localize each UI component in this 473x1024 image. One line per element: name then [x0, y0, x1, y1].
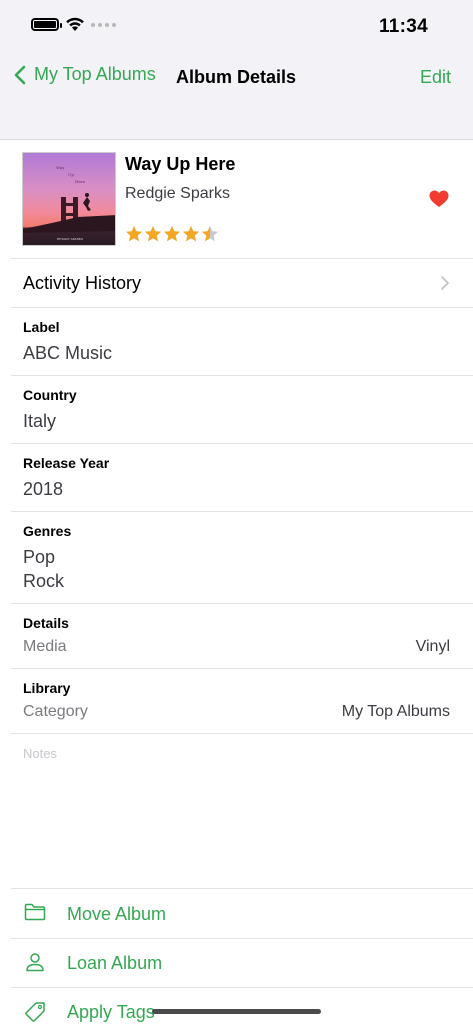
folder-icon	[24, 903, 46, 921]
genres-field-title: Genres	[23, 523, 72, 539]
move-album-label: Move Album	[67, 904, 167, 924]
star-icon[interactable]	[201, 225, 219, 243]
cover-footer-text: REDGIE SPARKS	[57, 237, 84, 241]
divider	[11, 511, 473, 512]
wifi-icon	[65, 17, 85, 32]
genre-item: Pop	[23, 547, 56, 567]
details-field-title: Details	[23, 615, 69, 631]
page-title: Album Details	[176, 67, 297, 87]
star-icon[interactable]	[182, 225, 200, 243]
navigation-bar: My Top Albums Album Details Edit	[0, 54, 473, 140]
edit-button[interactable]: Edit	[420, 67, 451, 88]
status-time: 11:34	[378, 16, 428, 37]
loan-album-label: Loan Album	[67, 953, 163, 973]
release-year-field-title: Release Year	[23, 455, 110, 471]
activity-history-label: Activity History	[23, 273, 142, 293]
move-album-button[interactable]: Move Album	[0, 890, 473, 938]
genre-item: Rock	[23, 571, 65, 591]
divider	[11, 733, 473, 734]
back-label: My Top Albums	[34, 64, 156, 84]
country-field-value: Italy	[23, 411, 57, 431]
media-value: Vinyl	[415, 638, 450, 655]
cover-text-3: Here	[75, 179, 86, 184]
divider	[11, 668, 473, 669]
category-value: My Top Albums	[341, 703, 450, 720]
activity-history-row[interactable]: Activity History	[0, 259, 473, 307]
status-bar: 11:34	[0, 0, 473, 54]
divider	[11, 307, 473, 308]
library-field-title: Library	[23, 680, 71, 696]
album-header: Way Up Here REDGIE SPARKS Way Up Here Re…	[0, 140, 473, 259]
album-cover[interactable]: Way Up Here REDGIE SPARKS	[22, 152, 116, 246]
divider	[11, 375, 473, 376]
album-title: Way Up Here	[125, 154, 236, 174]
star-icon[interactable]	[125, 225, 143, 243]
label-field-title: Label	[23, 319, 60, 335]
star-icon[interactable]	[144, 225, 162, 243]
country-field-title: Country	[23, 387, 77, 403]
back-button[interactable]: My Top Albums	[14, 64, 156, 85]
apply-tags-button[interactable]: Apply Tags	[0, 988, 473, 1024]
divider	[11, 603, 473, 604]
bridge-artwork	[23, 193, 115, 233]
battery-icon	[31, 18, 62, 31]
star-icon[interactable]	[163, 225, 181, 243]
divider	[11, 443, 473, 444]
chevron-right-icon	[441, 276, 449, 290]
release-year-field-value: 2018	[23, 479, 64, 499]
star-rating[interactable]	[125, 225, 219, 243]
cover-text-2: Up	[68, 172, 74, 177]
notes-field[interactable]: Notes	[23, 746, 57, 761]
person-icon	[26, 953, 44, 972]
cellular-signal-icon	[91, 22, 116, 27]
divider	[11, 888, 473, 889]
chevron-left-icon	[14, 65, 26, 84]
album-artist: Redgie Sparks	[125, 185, 230, 202]
label-field-value: ABC Music	[23, 343, 113, 363]
media-key: Media	[23, 638, 67, 655]
heart-icon[interactable]	[429, 190, 449, 213]
category-key: Category	[23, 703, 88, 720]
status-indicators	[31, 17, 116, 32]
loan-album-button[interactable]: Loan Album	[0, 939, 473, 987]
tag-icon	[25, 1002, 45, 1022]
cover-text-1: Way	[56, 165, 65, 170]
apply-tags-label: Apply Tags	[67, 1002, 155, 1022]
home-indicator[interactable]	[152, 1009, 321, 1014]
